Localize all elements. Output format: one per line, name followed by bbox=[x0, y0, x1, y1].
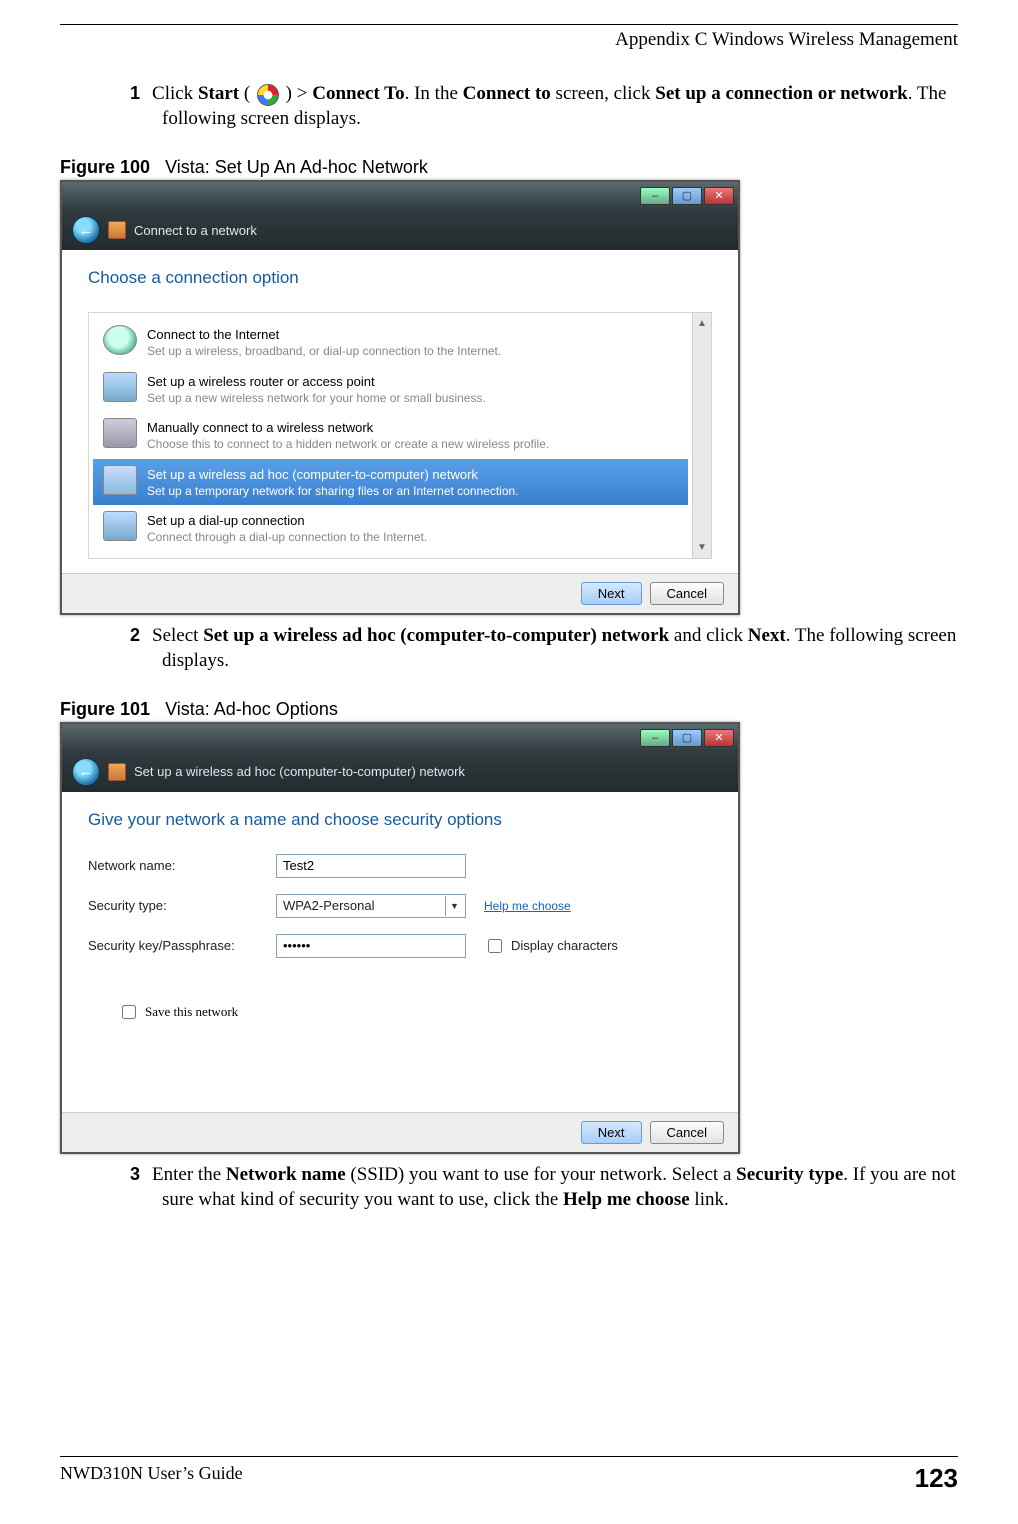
help-me-choose-link[interactable]: Help me choose bbox=[484, 899, 571, 913]
scroll-up-icon[interactable]: ▲ bbox=[693, 313, 711, 333]
display-characters-box[interactable] bbox=[488, 939, 502, 953]
window-minimize-button-2[interactable]: – bbox=[640, 729, 670, 747]
option-dialup[interactable]: Set up a dial-up connection Connect thro… bbox=[93, 505, 688, 552]
step-1-number: 1 bbox=[130, 83, 140, 103]
figure-101-title: Vista: Ad-hoc Options bbox=[165, 699, 338, 719]
figure-100-title: Vista: Set Up An Ad-hoc Network bbox=[165, 157, 428, 177]
step-2-adhoc: Set up a wireless ad hoc (computer-to-co… bbox=[203, 625, 669, 646]
chevron-down-icon: ▼ bbox=[445, 896, 463, 916]
connection-option-list: Connect to the Internet Set up a wireles… bbox=[88, 312, 692, 559]
security-type-label: Security type: bbox=[88, 898, 258, 913]
opt0-title: Connect to the Internet bbox=[147, 327, 501, 343]
window-maximize-button[interactable]: ▢ bbox=[672, 187, 702, 205]
give-network-name-heading: Give your network a name and choose secu… bbox=[88, 810, 712, 830]
opt4-title: Set up a dial-up connection bbox=[147, 513, 427, 529]
step-1-t3: ) > bbox=[281, 83, 312, 104]
step-1-setup-link: Set up a connection or network bbox=[655, 83, 907, 104]
window-chrome-bar: ← Connect to a network bbox=[62, 210, 738, 250]
figure-101-window: – ▢ ✕ ← Set up a wireless ad hoc (comput… bbox=[60, 722, 740, 1154]
step-1-t1: Click bbox=[152, 83, 198, 104]
shield-icon-2 bbox=[108, 763, 126, 781]
page-number: 123 bbox=[915, 1463, 958, 1494]
router-icon bbox=[103, 372, 137, 402]
cancel-button-2[interactable]: Cancel bbox=[650, 1121, 724, 1144]
security-key-input[interactable] bbox=[276, 934, 466, 958]
figure-100-caption: Figure 100 Vista: Set Up An Ad-hoc Netwo… bbox=[60, 157, 958, 178]
window-address-title-2: Set up a wireless ad hoc (computer-to-co… bbox=[134, 764, 465, 779]
header-appendix-title: Appendix C Windows Wireless Management bbox=[60, 29, 958, 51]
option-setup-router[interactable]: Set up a wireless router or access point… bbox=[93, 366, 688, 413]
window-close-button-2[interactable]: ✕ bbox=[704, 729, 734, 747]
save-network-label: Save this network bbox=[145, 1004, 238, 1020]
network-name-label: Network name: bbox=[88, 858, 258, 873]
opt3-title: Set up a wireless ad hoc (computer-to-co… bbox=[147, 467, 519, 483]
display-characters-label: Display characters bbox=[511, 938, 618, 953]
step-3-number: 3 bbox=[130, 1164, 140, 1184]
step-3-sectype: Security type bbox=[736, 1164, 843, 1185]
save-network-checkbox[interactable]: Save this network bbox=[118, 1002, 238, 1022]
options-scrollbar[interactable]: ▲ ▼ bbox=[692, 312, 712, 559]
footer-guide-name: NWD310N User’s Guide bbox=[60, 1463, 243, 1494]
option-manual-connect[interactable]: Manually connect to a wireless network C… bbox=[93, 412, 688, 459]
phone-icon bbox=[103, 511, 137, 541]
option-adhoc-network[interactable]: Set up a wireless ad hoc (computer-to-co… bbox=[93, 459, 688, 506]
window-close-button[interactable]: ✕ bbox=[704, 187, 734, 205]
window-minimize-button[interactable]: – bbox=[640, 187, 670, 205]
step-3-t2: (SSID) you want to use for your network.… bbox=[346, 1164, 736, 1185]
security-key-label: Security key/Passphrase: bbox=[88, 938, 258, 953]
step-2-t2: and click bbox=[669, 625, 748, 646]
step-1: 1 Click Start ( ) > Connect To. In the Co… bbox=[130, 81, 958, 131]
back-button[interactable]: ← bbox=[72, 216, 100, 244]
step-2: 2 Select Set up a wireless ad hoc (comput… bbox=[130, 623, 958, 673]
figure-101-caption: Figure 101 Vista: Ad-hoc Options bbox=[60, 699, 958, 720]
step-1-start: Start bbox=[198, 83, 239, 104]
step-1-connect-to-2: Connect to bbox=[463, 83, 551, 104]
monitor-icon bbox=[103, 418, 137, 448]
window-titlebar-2: – ▢ ✕ bbox=[62, 724, 738, 752]
step-1-t4: . In the bbox=[405, 83, 463, 104]
step-2-number: 2 bbox=[130, 625, 140, 645]
step-3-t1: Enter the bbox=[152, 1164, 226, 1185]
opt1-desc: Set up a new wireless network for your h… bbox=[147, 391, 486, 405]
figure-101-label: Figure 101 bbox=[60, 699, 150, 719]
option-connect-internet[interactable]: Connect to the Internet Set up a wireles… bbox=[93, 319, 688, 366]
step-3-t4: link. bbox=[690, 1189, 729, 1210]
step-1-connect-to: Connect To bbox=[312, 83, 404, 104]
back-button-2[interactable]: ← bbox=[72, 758, 100, 786]
security-type-value: WPA2-Personal bbox=[283, 898, 375, 913]
display-characters-checkbox[interactable]: Display characters bbox=[484, 936, 618, 956]
opt4-desc: Connect through a dial-up connection to … bbox=[147, 530, 427, 544]
choose-connection-heading: Choose a connection option bbox=[88, 268, 712, 288]
opt1-title: Set up a wireless router or access point bbox=[147, 374, 486, 390]
step-3: 3 Enter the Network name (SSID) you want … bbox=[130, 1162, 958, 1212]
step-3-help: Help me choose bbox=[563, 1189, 690, 1210]
opt2-title: Manually connect to a wireless network bbox=[147, 420, 549, 436]
next-button-2[interactable]: Next bbox=[581, 1121, 642, 1144]
window-maximize-button-2[interactable]: ▢ bbox=[672, 729, 702, 747]
next-button[interactable]: Next bbox=[581, 582, 642, 605]
step-3-networkname: Network name bbox=[226, 1164, 346, 1185]
step-2-t1: Select bbox=[152, 625, 203, 646]
window-address-title: Connect to a network bbox=[134, 223, 257, 238]
cancel-button[interactable]: Cancel bbox=[650, 582, 724, 605]
shield-icon bbox=[108, 221, 126, 239]
adhoc-icon bbox=[103, 465, 137, 495]
security-type-select[interactable]: WPA2-Personal ▼ bbox=[276, 894, 466, 918]
figure-100-window: – ▢ ✕ ← Connect to a network Choose a co… bbox=[60, 180, 740, 615]
figure-100-label: Figure 100 bbox=[60, 157, 150, 177]
network-name-input[interactable] bbox=[276, 854, 466, 878]
scroll-down-icon[interactable]: ▼ bbox=[693, 538, 711, 558]
step-1-t5: screen, click bbox=[551, 83, 655, 104]
window-titlebar: – ▢ ✕ bbox=[62, 182, 738, 210]
step-1-t2: ( bbox=[239, 83, 255, 104]
save-network-box[interactable] bbox=[122, 1005, 136, 1019]
windows-logo-icon bbox=[257, 84, 279, 106]
opt2-desc: Choose this to connect to a hidden netwo… bbox=[147, 437, 549, 451]
opt3-desc: Set up a temporary network for sharing f… bbox=[147, 484, 519, 498]
opt0-desc: Set up a wireless, broadband, or dial-up… bbox=[147, 344, 501, 358]
globe-icon bbox=[103, 325, 137, 355]
window-chrome-bar-2: ← Set up a wireless ad hoc (computer-to-… bbox=[62, 752, 738, 792]
step-2-next: Next bbox=[748, 625, 786, 646]
